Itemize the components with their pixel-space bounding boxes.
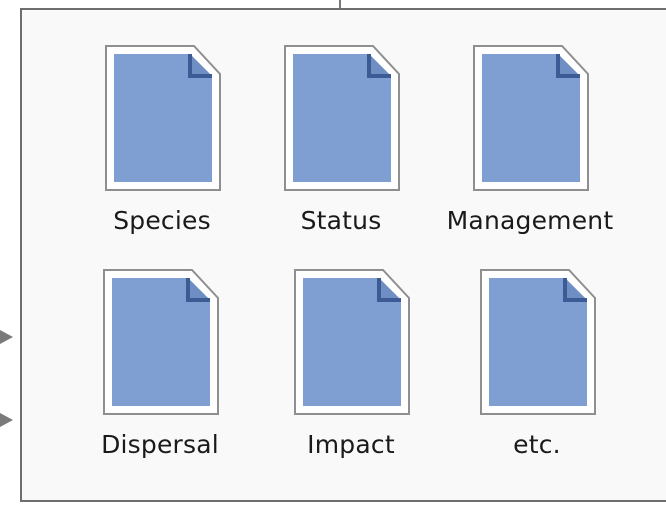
incoming-arrow-2 <box>0 413 13 427</box>
file-label: Status <box>300 206 382 235</box>
document-icon <box>98 40 226 198</box>
file-label: Impact <box>307 430 395 459</box>
file-item-dispersal[interactable]: Dispersal <box>60 232 260 459</box>
document-icon <box>287 264 415 422</box>
file-label: Management <box>446 206 614 235</box>
document-icon <box>96 264 224 422</box>
incoming-arrow-1 <box>0 330 13 344</box>
file-item-management[interactable]: Management <box>430 8 630 235</box>
file-item-species[interactable]: Species <box>62 8 262 235</box>
document-icon <box>473 264 601 422</box>
file-panel: Species Status Management Dispersal Impa… <box>20 8 666 502</box>
file-label: etc. <box>513 430 561 459</box>
window-content: Species Status Management Dispersal Impa… <box>0 0 666 506</box>
document-icon <box>277 40 405 198</box>
file-item-etc[interactable]: etc. <box>437 232 637 459</box>
document-icon <box>466 40 594 198</box>
file-label: Dispersal <box>101 430 219 459</box>
file-label: Species <box>113 206 211 235</box>
file-item-impact[interactable]: Impact <box>251 232 451 459</box>
file-item-status[interactable]: Status <box>241 8 441 235</box>
